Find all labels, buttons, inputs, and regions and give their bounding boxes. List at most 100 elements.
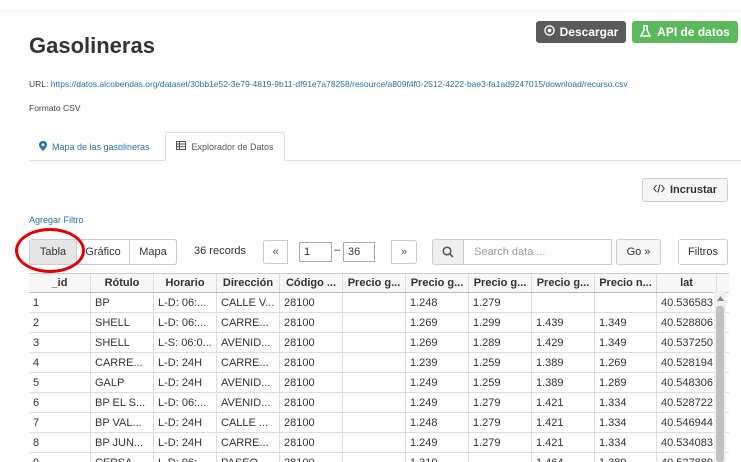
table-cell: 28100: [280, 333, 343, 352]
column-header[interactable]: Precio g...: [406, 274, 469, 292]
table-row[interactable]: 2 SHELL L-D: 06:... CARRE... 28100 1.269 1.299…: [29, 313, 729, 333]
flask-icon: [640, 24, 652, 40]
column-header[interactable]: Dirección: [217, 274, 280, 292]
table-cell: 1.334: [595, 433, 657, 452]
table-cell: 5: [29, 373, 91, 392]
table-cell: L-D: 06:...: [154, 453, 217, 462]
table-cell: 40.537250: [657, 333, 717, 352]
table-cell: 1.289: [469, 333, 532, 352]
url-link[interactable]: https://datos.alcobendas.org/dataset/30b…: [51, 79, 628, 89]
table-cell: L-D: 24H: [154, 373, 217, 392]
table-cell: CARRE...: [91, 353, 154, 372]
table-cell: 1.269: [595, 353, 657, 372]
embed-label: Incrustar: [669, 184, 718, 196]
scroll-up-icon[interactable]: [714, 292, 726, 304]
table-cell: 2: [29, 313, 91, 332]
column-header[interactable]: Rótulo: [91, 274, 154, 292]
table-cell: 1.429: [532, 333, 595, 352]
table-cell: 1.249: [406, 373, 469, 392]
table-row[interactable]: 5 GALP L-D: 24H AVENID... 28100 1.249 1.259 1.3…: [29, 373, 729, 393]
table-cell: 1.279: [469, 413, 532, 432]
table-cell: GALP: [91, 373, 154, 392]
column-header[interactable]: Precio n...: [595, 274, 657, 292]
table-cell: 1.279: [469, 393, 532, 412]
table-row[interactable]: 7 BP VAL... L-D: 24H CALLE ... 28100 1.248 1.2…: [29, 413, 729, 433]
table-cell: 1.334: [595, 393, 657, 412]
table-row[interactable]: 1 BP L-D: 06:... CALLE V... 28100 1.248 1.279 4…: [29, 293, 729, 313]
table-cell: 40.528722: [657, 393, 717, 412]
api-button[interactable]: API de datos: [632, 21, 738, 43]
pager-from-input[interactable]: 1: [299, 242, 332, 262]
pager-to-input[interactable]: 36: [343, 242, 375, 262]
search-input[interactable]: Search data ...: [463, 239, 612, 265]
pager-prev-button[interactable]: «: [263, 240, 288, 264]
table-cell: 1.259: [469, 353, 532, 372]
table-icon: [176, 141, 187, 152]
table-row[interactable]: 3 SHELL L-S: 06:0... AVENID... 28100 1.269 1.2…: [29, 333, 729, 353]
column-header[interactable]: Horario: [154, 274, 217, 292]
table-cell: 40.534083: [657, 433, 717, 452]
table-cell: 1.464: [532, 453, 595, 462]
table-cell: L-D: 06:...: [154, 293, 217, 312]
table-cell: 28100: [280, 313, 343, 332]
table-cell: [343, 373, 406, 392]
table-cell: 40.528194: [657, 353, 717, 372]
table-cell: 28100: [280, 453, 343, 462]
table-cell: [343, 433, 406, 452]
table-cell: AVENID...: [217, 393, 280, 412]
grid-header: _id Rótulo Horario Dirección Código ... Preci…: [29, 274, 729, 293]
table-cell: CEPSA: [91, 453, 154, 462]
table-cell: L-D: 24H: [154, 433, 217, 452]
table-cell: 1.334: [595, 413, 657, 432]
column-header[interactable]: Precio g...: [469, 274, 532, 292]
table-cell: CARRE...: [217, 353, 280, 372]
table-cell: 40.546944: [657, 413, 717, 432]
tab-data-explorer[interactable]: Explorador de Datos: [165, 132, 285, 161]
table-cell: 28100: [280, 413, 343, 432]
column-header[interactable]: Código ...: [280, 274, 343, 292]
table-cell: 28100: [280, 353, 343, 372]
table-cell: [595, 293, 657, 312]
download-button[interactable]: Descargar: [536, 21, 626, 43]
table-cell: 28100: [280, 293, 343, 312]
table-cell: L-D: 24H: [154, 413, 217, 432]
map-marker-icon: [39, 141, 47, 153]
table-row[interactable]: 4 CARRE... L-D: 24H CARRE... 28100 1.239 1.259…: [29, 353, 729, 373]
table-cell: CALLE V...: [217, 293, 280, 312]
table-cell: 1.299: [469, 313, 532, 332]
table-row[interactable]: 6 BP EL S... L-D: 06:... AVENID... 28100 1.24…: [29, 393, 729, 413]
column-header[interactable]: Precio g...: [532, 274, 595, 292]
table-cell: 40.527889: [657, 453, 717, 462]
record-count: 36 records: [194, 245, 246, 257]
go-button[interactable]: Go »: [616, 239, 661, 265]
download-icon: [543, 25, 555, 39]
table-cell: L-D: 24H: [154, 353, 217, 372]
table-row[interactable]: 9CEPSAL-D: 06:...PASEO ...28100 1.319 1.46…: [29, 453, 729, 462]
table-cell: 40.536583: [657, 293, 717, 312]
table-cell: 4: [29, 353, 91, 372]
table-row[interactable]: 8 BP JUN... L-D: 24H CARRE... 28100 1.249 1.27…: [29, 433, 729, 453]
add-filter-link[interactable]: Agregar Filtro: [29, 215, 84, 225]
filters-button[interactable]: Filtros: [678, 239, 728, 265]
pager-next-button[interactable]: »: [391, 240, 417, 264]
table-cell: [343, 353, 406, 372]
view-graph-button[interactable]: Gráfico: [77, 239, 130, 265]
table-cell: 1.249: [406, 433, 469, 452]
table-cell: 7: [29, 413, 91, 432]
tab-map[interactable]: Mapa de las gasolineras: [29, 134, 160, 160]
table-cell: 1.279: [469, 433, 532, 452]
embed-button[interactable]: Incrustar: [642, 178, 728, 202]
table-cell: 1.349: [595, 333, 657, 352]
table-cell: BP: [91, 293, 154, 312]
tab-data-explorer-label: Explorador de Datos: [191, 141, 274, 152]
table-cell: [343, 293, 406, 312]
tabs-divider: [29, 160, 741, 161]
column-header[interactable]: _id: [29, 274, 91, 292]
column-header[interactable]: lat: [657, 274, 717, 292]
view-map-button[interactable]: Mapa: [130, 239, 177, 265]
table-cell: 28100: [280, 373, 343, 392]
column-header[interactable]: Precio g...: [343, 274, 406, 292]
table-cell: PASEO ...: [217, 453, 280, 462]
scroll-thumb[interactable]: [716, 306, 724, 462]
tab-map-label: Mapa de las gasolineras: [52, 142, 150, 152]
